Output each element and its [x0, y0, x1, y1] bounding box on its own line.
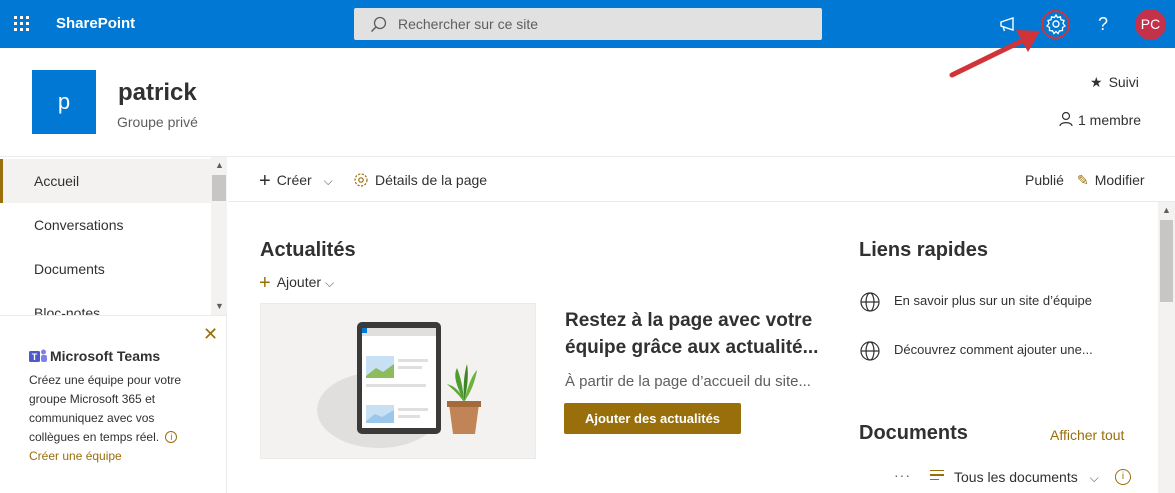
person-icon: [1059, 111, 1073, 127]
brand-label[interactable]: SharePoint: [56, 15, 135, 32]
search-icon: [370, 16, 387, 33]
tablet-illustration-icon: [317, 322, 481, 448]
plus-icon: +: [259, 170, 271, 192]
scroll-down-icon[interactable]: ▼: [215, 301, 224, 311]
more-options-icon[interactable]: ···: [894, 467, 911, 483]
view-label: Tous les documents: [954, 469, 1078, 485]
teams-icon: T: [29, 349, 47, 362]
site-subtitle: Groupe privé: [117, 114, 198, 130]
nav-item-accueil[interactable]: Accueil: [0, 159, 211, 203]
nav-divider: [0, 315, 227, 316]
close-icon[interactable]: ✕: [203, 324, 218, 345]
members-button[interactable]: 1 membre: [1058, 111, 1141, 128]
globe-icon: [860, 341, 880, 361]
quick-link-label: Découvrez comment ajouter une...: [894, 342, 1093, 357]
news-illustration: [260, 303, 536, 459]
teams-title: Microsoft Teams: [50, 348, 161, 364]
search-box[interactable]: Rechercher sur ce site: [354, 8, 822, 40]
pencil-icon: ✎: [1077, 172, 1089, 188]
edit-button[interactable]: ✎ Modifier: [1077, 172, 1145, 189]
teams-description-text: Créez une équipe pour votre groupe Micro…: [29, 373, 182, 444]
view-selector[interactable]: Tous les documents ⌵: [930, 469, 1099, 486]
teams-description: Créez une équipe pour votre groupe Micro…: [29, 371, 199, 447]
quick-links-title: Liens rapides: [859, 239, 988, 261]
add-news-primary-button[interactable]: Ajouter des actualités: [564, 403, 741, 434]
star-icon: ★: [1090, 74, 1103, 90]
info-icon[interactable]: i: [1115, 469, 1131, 485]
add-label: Ajouter: [276, 274, 322, 290]
add-news-button[interactable]: + Ajouter ⌵: [259, 272, 334, 295]
nav-item-conversations[interactable]: Conversations: [0, 203, 211, 247]
site-logo[interactable]: p: [32, 70, 96, 134]
info-icon[interactable]: i: [165, 431, 178, 443]
list-icon: [930, 469, 944, 480]
main-scrollbar-thumb[interactable]: [1160, 220, 1173, 302]
follow-button[interactable]: ★ Suivi: [1090, 74, 1139, 91]
create-button[interactable]: + Créer ⌵: [259, 170, 333, 193]
scroll-up-icon[interactable]: ▲: [215, 160, 224, 170]
command-bar-divider: [228, 201, 1175, 202]
help-icon[interactable]: ?: [1089, 10, 1117, 38]
app-launcher-icon[interactable]: [14, 16, 30, 32]
nav-scrollbar[interactable]: ▲ ▼: [211, 157, 227, 315]
news-headline[interactable]: Restez à la page avec votre équipe grâce…: [565, 307, 835, 361]
page-details-button[interactable]: Détails de la page: [353, 172, 487, 188]
create-team-link[interactable]: Créer une équipe: [29, 449, 122, 463]
svg-text:T: T: [32, 352, 38, 362]
chevron-down-icon: ⌵: [323, 174, 333, 188]
annotation-arrow-icon: [949, 30, 1040, 78]
globe-icon: [860, 292, 880, 312]
documents-title: Documents: [859, 422, 968, 444]
site-title[interactable]: patrick: [118, 79, 197, 107]
follow-label: Suivi: [1108, 74, 1139, 90]
news-title: Actualités: [260, 239, 356, 261]
search-placeholder: Rechercher sur ce site: [398, 16, 539, 32]
scroll-up-icon[interactable]: ▲: [1162, 205, 1171, 215]
nav-scrollbar-thumb[interactable]: [212, 175, 226, 201]
published-status: Publié: [1025, 172, 1064, 188]
create-label: Créer: [276, 172, 312, 188]
nav-item-bloc-notes[interactable]: Bloc-notes: [0, 291, 211, 315]
main-scrollbar[interactable]: ▲: [1158, 202, 1175, 493]
edit-label: Modifier: [1094, 172, 1145, 188]
page-details-label: Détails de la page: [375, 172, 488, 188]
plus-icon: +: [259, 272, 271, 294]
avatar[interactable]: PC: [1135, 9, 1166, 40]
settings-icon: [354, 173, 368, 187]
view-all-link[interactable]: Afficher tout: [1050, 427, 1124, 443]
chevron-down-icon: ⌵: [1089, 471, 1099, 485]
chevron-down-icon: ⌵: [324, 276, 335, 290]
news-subtext: À partir de la page d’accueil du site...: [565, 373, 811, 390]
quick-link-label: En savoir plus sur un site d’équipe: [894, 293, 1093, 308]
members-label: 1 membre: [1078, 112, 1142, 128]
nav-item-documents[interactable]: Documents: [0, 247, 211, 291]
